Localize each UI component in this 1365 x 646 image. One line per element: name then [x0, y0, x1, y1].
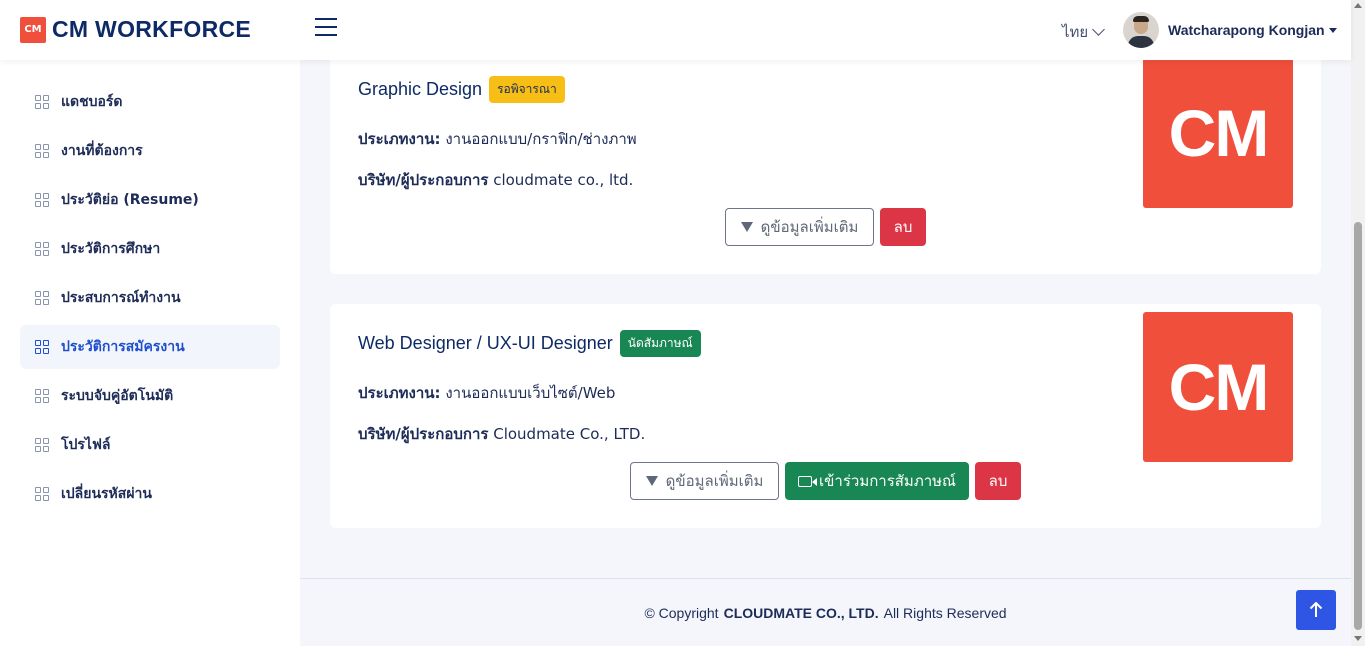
sidebar-item-label: แดชบอร์ด: [61, 94, 123, 110]
grid-icon: [35, 487, 49, 501]
status-badge: รอพิจารณา: [489, 76, 565, 103]
user-name: Watcharapong Kongjan: [1168, 22, 1325, 38]
page-scrollbar[interactable]: [1351, 0, 1365, 646]
status-badge: นัดสัมภาษณ์: [619, 330, 701, 357]
grid-icon: [35, 193, 49, 207]
job-type: ประเภทงาน: งานออกแบบเว็บไซต์/Web: [358, 381, 615, 405]
company-value: cloudmate co., ltd.: [493, 171, 634, 189]
scroll-down-icon[interactable]: [1354, 636, 1362, 641]
top-header: CM CM WORKFORCE ไทย Watcharapong Kongjan: [0, 0, 1351, 60]
triangle-down-icon: [645, 476, 658, 486]
sidebar-item-profile[interactable]: โปรไฟล์: [20, 423, 280, 467]
logo-text: CM WORKFORCE: [52, 16, 252, 42]
company-logo: CM: [1143, 312, 1293, 462]
grid-icon: [35, 438, 49, 452]
sidebar-item-label: โปรไฟล์: [61, 437, 111, 453]
sidebar-item-label: ประวัติย่อ (Resume): [61, 192, 199, 208]
scroll-up-icon[interactable]: [1354, 3, 1362, 8]
sidebar-item-auto-match[interactable]: ระบบจับคู่อัตโนมัติ: [20, 374, 280, 418]
sidebar-item-education[interactable]: ประวัติการศึกษา: [20, 227, 280, 271]
company: บริษัท/ผู้ประกอบการ Cloudmate Co., LTD.: [358, 422, 645, 446]
back-to-top-button[interactable]: [1296, 590, 1336, 630]
caret-down-icon: [1328, 27, 1337, 33]
company-value: Cloudmate Co., LTD.: [493, 425, 646, 443]
company-label: บริษัท/ผู้ประกอบการ: [358, 171, 489, 189]
company-label: บริษัท/ผู้ประกอบการ: [358, 425, 489, 443]
sidebar-item-change-password[interactable]: เปลี่ยนรหัสผ่าน: [20, 472, 280, 516]
scroll-thumb[interactable]: [1354, 222, 1362, 630]
job-type-value: งานออกแบบเว็บไซต์/Web: [445, 384, 616, 402]
user-menu[interactable]: Watcharapong Kongjan: [1123, 12, 1337, 48]
sidebar-item-dashboard[interactable]: แดชบอร์ด: [20, 80, 280, 124]
footer: © Copyright CLOUDMATE CO., LTD. All Righ…: [300, 578, 1351, 646]
application-card: Web Designer / UX-UI Designer นัดสัมภาษณ…: [330, 304, 1321, 528]
view-more-button[interactable]: ดูข้อมูลเพิ่มเติม: [630, 462, 779, 500]
menu-toggle-icon[interactable]: [315, 18, 337, 38]
grid-icon: [35, 340, 49, 354]
sidebar-item-experience[interactable]: ประสบการณ์ทำงาน: [20, 276, 280, 320]
company-logo-text: CM: [1168, 350, 1270, 424]
grid-icon: [35, 389, 49, 403]
sidebar-item-label: ระบบจับคู่อัตโนมัติ: [61, 388, 174, 404]
grid-icon: [35, 291, 49, 305]
sidebar-item-label: เปลี่ยนรหัสผ่าน: [61, 486, 152, 502]
job-title: Graphic Design: [358, 79, 483, 99]
grid-icon: [35, 242, 49, 256]
grid-icon: [35, 144, 49, 158]
copyright-company: CLOUDMATE CO., LTD.: [723, 604, 879, 621]
sidebar-item-label: ประวัติการศึกษา: [61, 241, 161, 257]
logo-badge: CM: [20, 16, 46, 43]
language-label: ไทย: [1062, 23, 1089, 41]
copyright-prefix: © Copyright: [644, 604, 719, 621]
sidebar-item-applications[interactable]: ประวัติการสมัครงาน: [20, 325, 280, 369]
avatar: [1123, 12, 1159, 48]
video-camera-icon: [798, 475, 818, 487]
view-more-label: ดูข้อมูลเพิ่มเติม: [665, 472, 764, 490]
sidebar: แดชบอร์ด งานที่ต้องการ ประวัติย่อ (Resum…: [0, 60, 300, 646]
copyright-suffix: All Rights Reserved: [883, 604, 1007, 621]
view-more-label: ดูข้อมูลเพิ่มเติม: [760, 218, 859, 236]
job-title: Web Designer / UX-UI Designer: [358, 333, 613, 353]
sidebar-item-label: ประสบการณ์ทำงาน: [61, 290, 181, 306]
language-selector[interactable]: ไทย: [1062, 20, 1106, 44]
company-logo-text: CM: [1168, 96, 1270, 170]
sidebar-item-label: ประวัติการสมัครงาน: [61, 339, 185, 355]
sidebar-item-label: งานที่ต้องการ: [61, 143, 143, 159]
arrow-up-icon: [1309, 602, 1323, 617]
delete-button[interactable]: ลบ: [880, 208, 926, 246]
job-type: ประเภทงาน: งานออกแบบ/กราฟิก/ช่างภาพ: [358, 127, 637, 151]
chevron-down-icon: [1092, 23, 1106, 36]
join-interview-button[interactable]: เข้าร่วมการสัมภาษณ์: [785, 462, 969, 500]
grid-icon: [35, 95, 49, 109]
join-interview-label: เข้าร่วมการสัมภาษณ์: [819, 472, 956, 490]
sidebar-item-desired-jobs[interactable]: งานที่ต้องการ: [20, 129, 280, 173]
company-logo: CM: [1143, 58, 1293, 208]
delete-button[interactable]: ลบ: [975, 462, 1021, 500]
job-type-label: ประเภทงาน:: [358, 384, 441, 402]
job-type-label: ประเภทงาน:: [358, 130, 441, 148]
triangle-down-icon: [740, 222, 753, 232]
application-card: Graphic Design รอพิจารณา ประเภทงาน: งานอ…: [330, 40, 1321, 274]
job-type-value: งานออกแบบ/กราฟิก/ช่างภาพ: [445, 130, 637, 148]
sidebar-item-resume[interactable]: ประวัติย่อ (Resume): [20, 178, 280, 222]
company: บริษัท/ผู้ประกอบการ cloudmate co., ltd.: [358, 168, 633, 192]
app-logo[interactable]: CM CM WORKFORCE: [20, 16, 251, 43]
view-more-button[interactable]: ดูข้อมูลเพิ่มเติม: [725, 208, 874, 246]
